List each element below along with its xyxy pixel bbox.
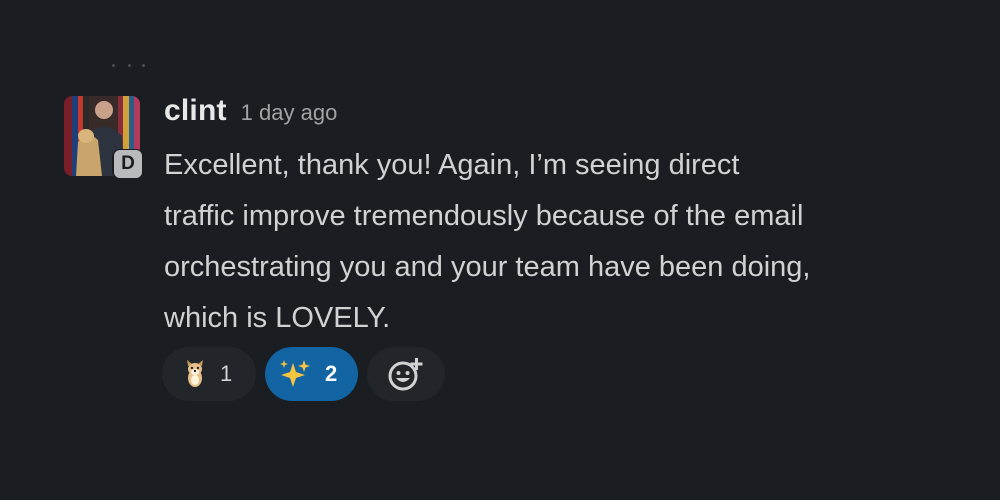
add-reaction-button[interactable] (367, 347, 445, 401)
reaction-sparkles-button[interactable]: 2 (265, 347, 358, 401)
add-reaction-icon (387, 356, 425, 392)
reaction-count: 1 (220, 361, 233, 386)
sparkles-emoji-icon (279, 359, 311, 389)
message-body: Excellent, thank you! Again, I’m seeing … (164, 140, 954, 344)
message-line: orchestrating you and your team have bee… (164, 251, 811, 283)
message-header: clint 1 day ago (164, 94, 337, 134)
dog-emoji-icon (182, 360, 208, 388)
message-line: traffic improve tremendously because of … (164, 200, 804, 232)
message-view: D clint 1 day ago Excellent, thank you! A… (0, 0, 1000, 500)
reaction-dog-button[interactable]: 1 (162, 347, 256, 401)
decorative-dots (112, 64, 146, 68)
message-line: Excellent, thank you! Again, I’m seeing … (164, 149, 740, 181)
message-timestamp[interactable]: 1 day ago (241, 100, 338, 125)
author-name[interactable]: clint (164, 94, 227, 127)
badge-letter: D (114, 150, 142, 178)
reaction-count: 2 (325, 361, 338, 386)
message-line: which is LOVELY. (164, 302, 391, 334)
reactions-bar: 1 2 (162, 347, 445, 403)
status-badge: D (112, 149, 144, 179)
